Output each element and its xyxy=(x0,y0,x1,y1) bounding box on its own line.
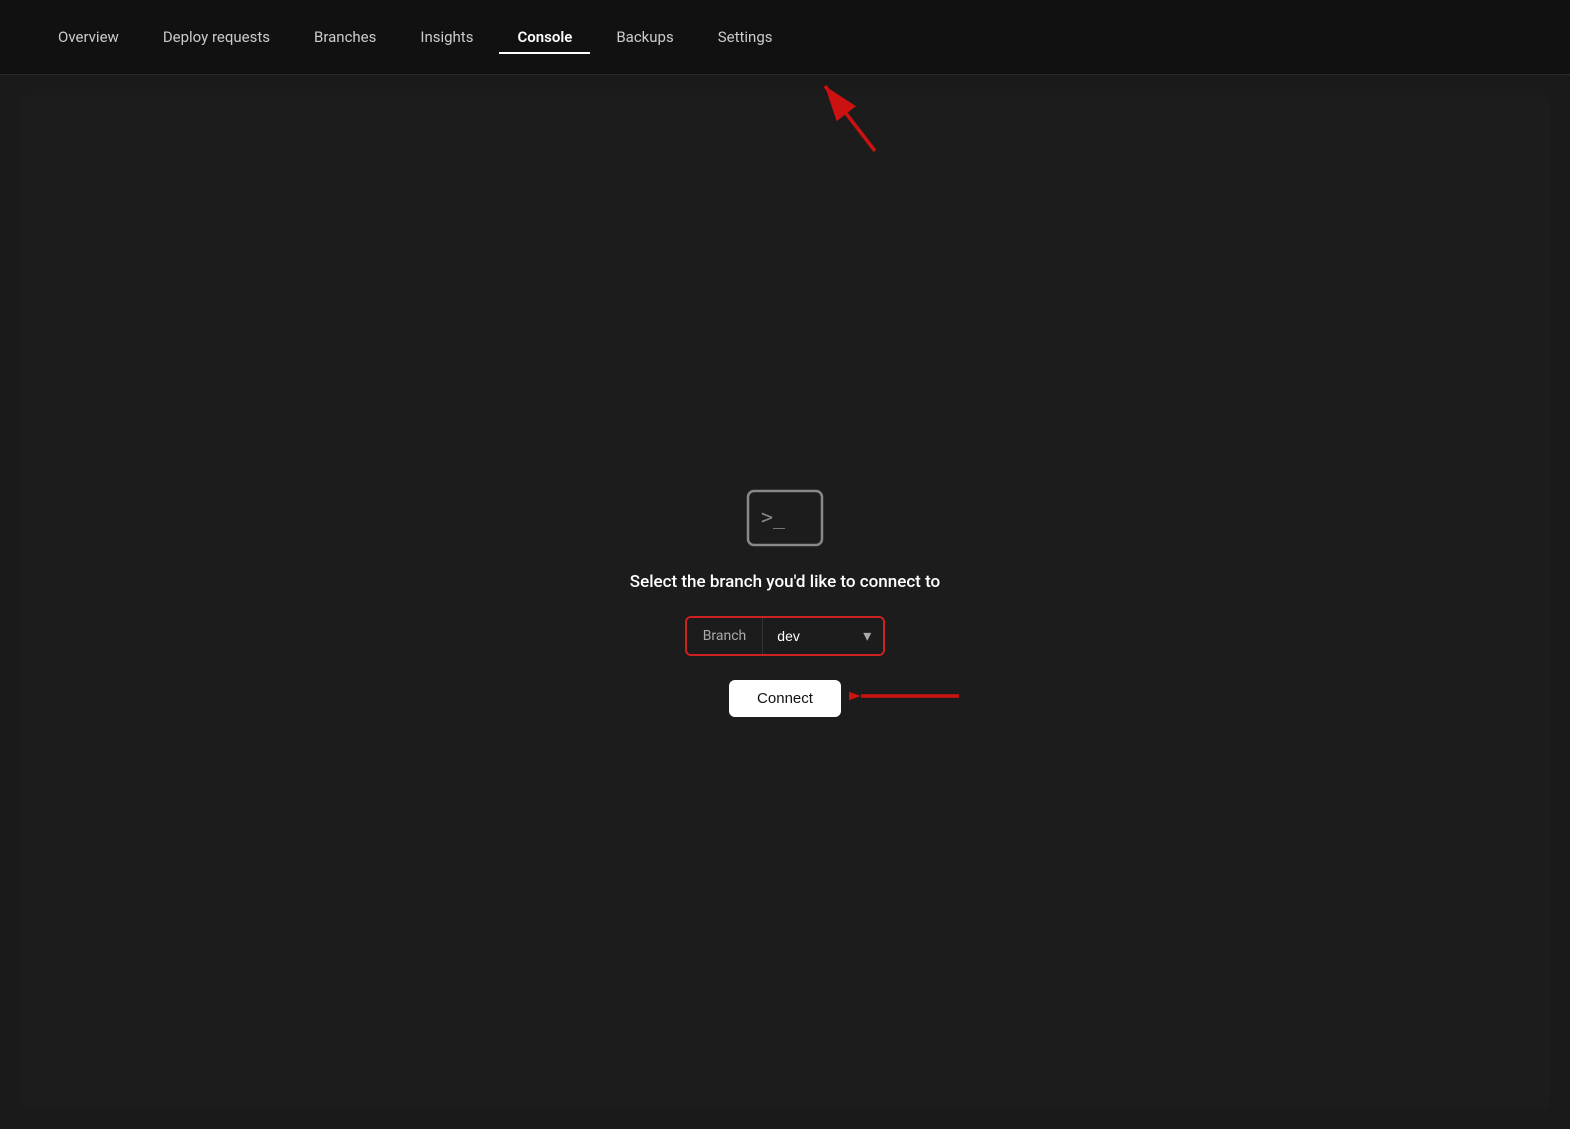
nav-bar: Overview Deploy requests Branches Insigh… xyxy=(0,0,1570,75)
connect-button[interactable]: Connect xyxy=(729,680,841,717)
nav-item-console[interactable]: Console xyxy=(499,20,590,54)
nav-item-overview[interactable]: Overview xyxy=(40,20,137,54)
nav-item-settings[interactable]: Settings xyxy=(700,20,791,54)
branch-label: Branch xyxy=(687,618,764,654)
connect-row: Connect xyxy=(729,680,841,717)
annotation-arrow-right xyxy=(849,676,969,720)
select-branch-text: Select the branch you'd like to connect … xyxy=(630,572,940,592)
center-panel: >_ Select the branch you'd like to conne… xyxy=(630,488,940,717)
nav-item-branches[interactable]: Branches xyxy=(296,20,394,54)
branch-select[interactable]: dev main staging production xyxy=(763,618,883,654)
nav-item-backups[interactable]: Backups xyxy=(598,20,691,54)
annotation-arrow-top xyxy=(815,76,885,160)
svg-text:>_: >_ xyxy=(761,505,786,529)
main-content: >_ Select the branch you'd like to conne… xyxy=(20,95,1550,1109)
terminal-icon: >_ xyxy=(745,488,825,548)
branch-select-wrapper: dev main staging production ▾ xyxy=(763,618,883,654)
nav-item-deploy-requests[interactable]: Deploy requests xyxy=(145,20,288,54)
nav-item-insights[interactable]: Insights xyxy=(402,20,491,54)
branch-selector: Branch dev main staging production ▾ xyxy=(685,616,886,656)
